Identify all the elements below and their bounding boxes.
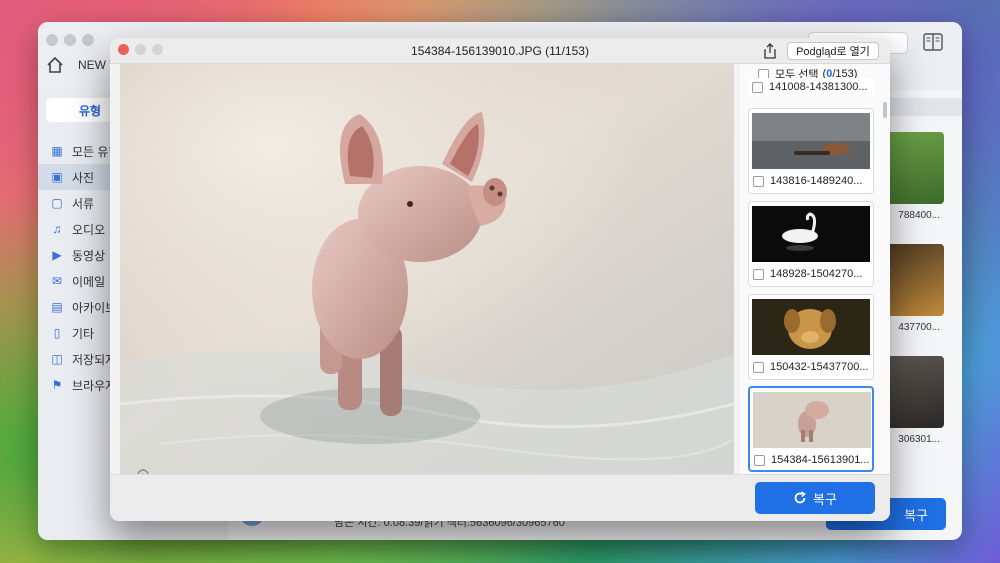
minimize-window-button[interactable] [64, 34, 76, 46]
background-thumbnail[interactable] [886, 132, 944, 204]
swan-thumbnail [752, 206, 870, 262]
sidebar-item-label: 오디오 [72, 222, 106, 237]
thumbnail-list[interactable]: 모두 선택 (0/153) 141008-14381300... 143816-… [740, 64, 890, 474]
recover-button[interactable]: 복구 [755, 482, 875, 514]
checkbox[interactable] [753, 361, 764, 373]
background-thumbnail[interactable] [886, 244, 944, 316]
recover-label: 복구 [813, 491, 837, 507]
list-item[interactable]: 141008-14381300... [748, 78, 874, 96]
grid-icon: ▦ [51, 144, 63, 158]
archive-icon: ▤ [51, 300, 63, 314]
share-icon[interactable] [763, 43, 777, 59]
item-caption: 154384-15613901... [771, 454, 870, 466]
list-item[interactable]: 150432-15437700... [748, 294, 874, 380]
list-item[interactable]: 143816-1489240... [748, 108, 874, 194]
music-icon: ♫ [52, 222, 62, 236]
mail-icon: ✉ [51, 274, 63, 288]
pig-photo [120, 64, 734, 474]
list-scrollbar[interactable] [883, 102, 887, 118]
photo-icon: ▣ [51, 170, 63, 184]
document-icon: ▢ [51, 196, 63, 210]
sidebar-item-label: 이메일 [72, 274, 106, 289]
thumbnail-label: 437700... [898, 322, 940, 333]
sidebar-item-label: 서류 [72, 196, 95, 211]
dialog-titlebar: 154384-156139010.JPG (11/153) Podgląd로 열… [110, 38, 890, 64]
item-caption: 143816-1489240... [770, 175, 863, 187]
preview-image [120, 64, 734, 474]
sidebar-item-label: 동영상 [72, 248, 106, 263]
save-icon: ◫ [51, 352, 63, 366]
sidebar-item-label: 사진 [72, 170, 95, 185]
refresh-icon [794, 491, 806, 504]
checkbox[interactable] [754, 454, 765, 466]
sidebar-item-label: 기타 [72, 326, 95, 341]
pig-thumbnail [753, 392, 871, 448]
video-icon: ▶ [52, 248, 62, 262]
item-caption: 150432-15437700... [770, 361, 869, 373]
thumbnail-label: 306301... [898, 434, 940, 445]
bookmark-icon: ⚑ [51, 378, 63, 392]
snail-thumbnail [752, 113, 870, 169]
close-window-button[interactable] [46, 34, 58, 46]
thumbnail-label: 788400... [898, 210, 940, 221]
open-in-preview-button[interactable]: Podgląd로 열기 [787, 42, 879, 60]
background-thumbnail[interactable] [886, 356, 944, 428]
list-item[interactable]: 148928-1504270... [748, 201, 874, 287]
checkbox[interactable] [753, 175, 764, 187]
list-item-selected[interactable]: 154384-15613901... [748, 386, 874, 472]
checkbox[interactable] [753, 268, 764, 280]
book-icon[interactable] [922, 32, 944, 52]
dog-thumbnail [752, 299, 870, 355]
zoom-window-button[interactable] [82, 34, 94, 46]
file-icon: ▯ [53, 326, 61, 340]
preview-dialog: 154384-156139010.JPG (11/153) Podgląd로 열… [110, 38, 890, 521]
checkbox[interactable] [752, 81, 763, 93]
home-icon[interactable] [46, 56, 64, 74]
item-caption: 148928-1504270... [770, 268, 863, 280]
